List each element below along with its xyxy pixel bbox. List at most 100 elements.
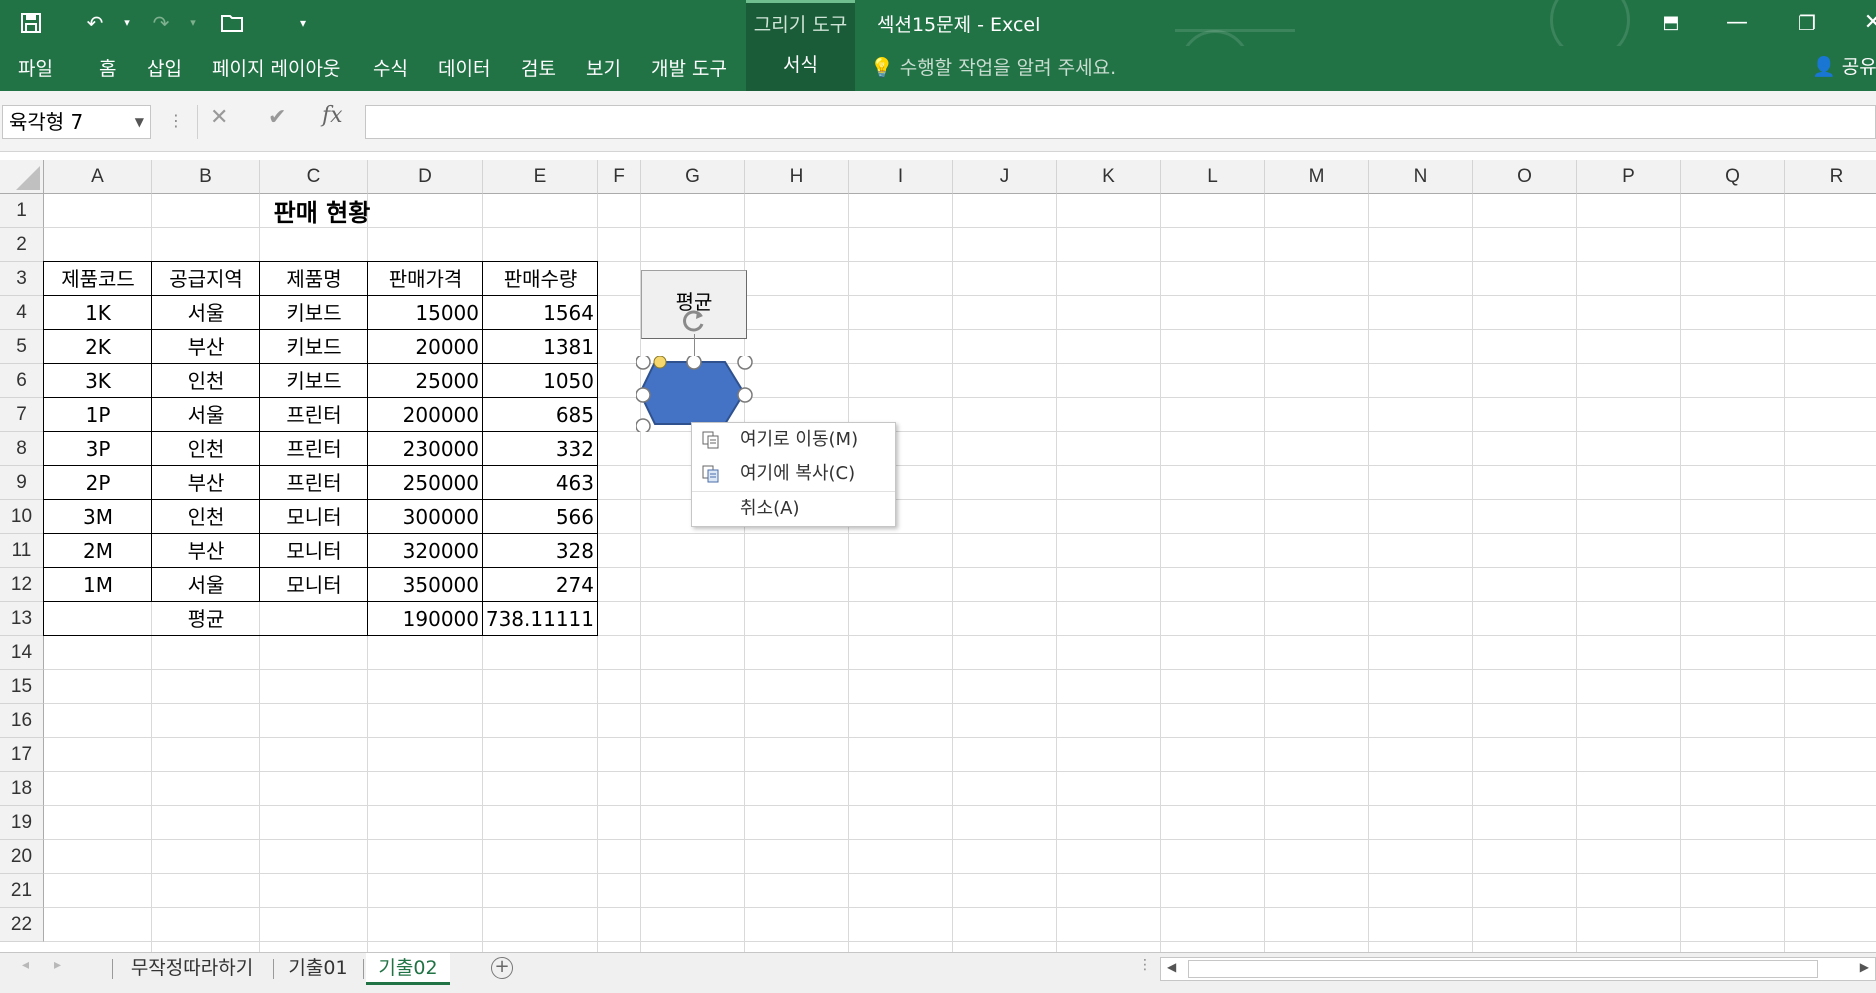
table-cell-product-code[interactable]: 1M [44, 568, 152, 602]
column-header[interactable]: K [1057, 160, 1161, 194]
row-header[interactable]: 6 [0, 364, 44, 398]
table-cell-quantity[interactable]: 566 [483, 500, 598, 534]
table-cell-price[interactable]: 350000 [368, 568, 483, 602]
row-header[interactable]: 13 [0, 602, 44, 636]
scrollbar-thumb[interactable] [1188, 960, 1818, 978]
chevron-down-icon[interactable]: ▼ [135, 106, 144, 138]
column-header[interactable]: R [1785, 160, 1876, 194]
table-cell-product-code[interactable]: 1K [44, 296, 152, 330]
row-header[interactable]: 2 [0, 228, 44, 262]
table-cell-price[interactable]: 230000 [368, 432, 483, 466]
row-header[interactable]: 5 [0, 330, 44, 364]
enter-icon[interactable]: ✔ [268, 105, 286, 130]
tab-home[interactable]: 홈 [99, 54, 116, 81]
add-sheet-icon[interactable]: + [491, 957, 513, 979]
row-header[interactable]: 8 [0, 432, 44, 466]
tab-file[interactable]: 파일 [18, 54, 53, 81]
row-header[interactable]: 9 [0, 466, 44, 500]
menu-item-move-here[interactable]: 여기로 이동(M) [692, 423, 895, 457]
table-cell-price[interactable]: 300000 [368, 500, 483, 534]
sheet-tab[interactable]: 무작정따라하기 [116, 953, 268, 985]
table-cell-quantity[interactable]: 328 [483, 534, 598, 568]
tell-me-box[interactable]: 💡 수행할 작업을 알려 주세요. [870, 53, 1116, 80]
column-header[interactable]: G [641, 160, 745, 194]
tab-review[interactable]: 검토 [521, 54, 556, 81]
table-cell-region[interactable]: 서울 [152, 296, 260, 330]
table-cell-quantity[interactable]: 685 [483, 398, 598, 432]
table-cell-product-name[interactable]: 프린터 [260, 432, 368, 466]
table-cell-quantity[interactable]: 1381 [483, 330, 598, 364]
minimize-icon[interactable]: — [1714, 6, 1760, 40]
sheet-tab-active[interactable]: 기출02 [366, 953, 450, 985]
average-quantity-cell[interactable]: 738.11111 [483, 602, 598, 636]
save-icon[interactable] [16, 8, 46, 38]
row-header[interactable]: 14 [0, 636, 44, 670]
scroll-tabs-right-icon[interactable]: ▸ [54, 957, 61, 973]
table-cell-quantity[interactable]: 463 [483, 466, 598, 500]
table-title[interactable]: 판매 현황 [228, 196, 416, 230]
table-cell-product-name[interactable]: 키보드 [260, 364, 368, 398]
table-cell-price[interactable]: 200000 [368, 398, 483, 432]
header-cell-product-name[interactable]: 제품명 [260, 262, 368, 296]
close-icon[interactable]: ✕ [1850, 6, 1876, 40]
average-label-cell[interactable]: 평균 [44, 602, 368, 636]
table-cell-region[interactable]: 서울 [152, 568, 260, 602]
header-cell-region[interactable]: 공급지역 [152, 262, 260, 296]
table-cell-product-name[interactable]: 프린터 [260, 466, 368, 500]
column-header[interactable]: I [849, 160, 953, 194]
table-cell-region[interactable]: 부산 [152, 330, 260, 364]
tab-page-layout[interactable]: 페이지 레이아웃 [212, 54, 340, 81]
table-cell-price[interactable]: 25000 [368, 364, 483, 398]
table-cell-product-code[interactable]: 3P [44, 432, 152, 466]
table-cell-quantity[interactable]: 1050 [483, 364, 598, 398]
table-cell-region[interactable]: 부산 [152, 534, 260, 568]
open-icon[interactable] [218, 8, 248, 38]
cancel-icon[interactable]: ✕ [210, 105, 228, 130]
tab-format[interactable]: 서식 [746, 46, 855, 91]
table-cell-product-code[interactable]: 3M [44, 500, 152, 534]
column-header[interactable]: C [260, 160, 368, 194]
column-header[interactable]: M [1265, 160, 1369, 194]
tab-formulas[interactable]: 수식 [373, 54, 408, 81]
row-header[interactable]: 15 [0, 670, 44, 704]
row-header[interactable]: 21 [0, 874, 44, 908]
table-cell-region[interactable]: 인천 [152, 500, 260, 534]
menu-item-cancel[interactable]: 취소(A) [692, 492, 895, 526]
formula-input[interactable] [365, 105, 1876, 139]
table-cell-region[interactable]: 인천 [152, 432, 260, 466]
column-header[interactable]: Q [1681, 160, 1785, 194]
column-header[interactable]: O [1473, 160, 1577, 194]
select-all-button[interactable] [0, 160, 44, 194]
row-header[interactable]: 12 [0, 568, 44, 602]
table-cell-price[interactable]: 20000 [368, 330, 483, 364]
column-header[interactable]: A [44, 160, 152, 194]
undo-icon[interactable]: ↶ [80, 8, 110, 38]
column-header[interactable]: H [745, 160, 849, 194]
table-cell-quantity[interactable]: 274 [483, 568, 598, 602]
row-header[interactable]: 4 [0, 296, 44, 330]
table-cell-quantity[interactable]: 332 [483, 432, 598, 466]
scroll-tabs-left-icon[interactable]: ◂ [22, 957, 29, 973]
share-button[interactable]: 👤 공유 [1812, 52, 1876, 79]
row-header[interactable]: 1 [0, 194, 44, 228]
tab-view[interactable]: 보기 [586, 54, 621, 81]
row-header[interactable]: 18 [0, 772, 44, 806]
column-header[interactable]: N [1369, 160, 1473, 194]
scroll-left-icon[interactable]: ◀ [1167, 960, 1176, 974]
tab-data[interactable]: 데이터 [438, 54, 490, 81]
column-header[interactable]: J [953, 160, 1057, 194]
undo-dropdown-icon[interactable]: ▾ [112, 8, 142, 38]
row-header[interactable]: 17 [0, 738, 44, 772]
table-cell-price[interactable]: 15000 [368, 296, 483, 330]
header-cell-product-code[interactable]: 제품코드 [44, 262, 152, 296]
table-cell-price[interactable]: 320000 [368, 534, 483, 568]
formula-bar-grip-icon[interactable]: ⋮ [168, 111, 184, 130]
table-cell-product-name[interactable]: 모니터 [260, 500, 368, 534]
table-cell-product-name[interactable]: 모니터 [260, 568, 368, 602]
average-price-cell[interactable]: 190000 [368, 602, 483, 636]
row-header[interactable]: 16 [0, 704, 44, 738]
insert-function-icon[interactable]: fx [322, 103, 343, 128]
header-cell-price[interactable]: 판매가격 [368, 262, 483, 296]
table-cell-product-code[interactable]: 3K [44, 364, 152, 398]
table-cell-product-code[interactable]: 1P [44, 398, 152, 432]
